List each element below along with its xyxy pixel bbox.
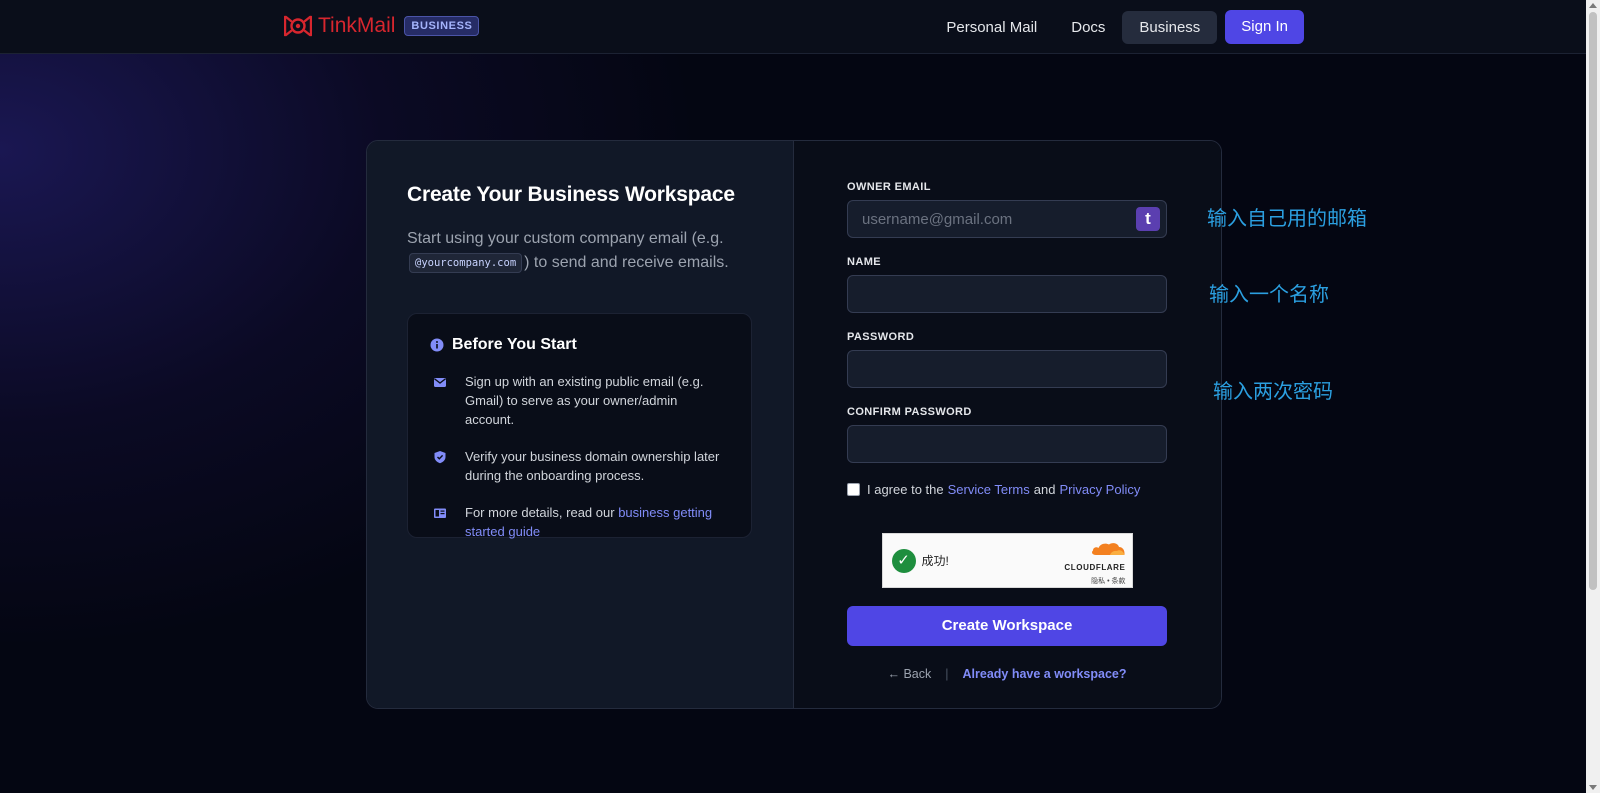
terms-checkbox[interactable] (847, 483, 860, 496)
success-check-icon: ✓ (891, 548, 916, 573)
info-item-verify: Verify your business domain ownership la… (430, 447, 729, 485)
domain-example-code: @yourcompany.com (409, 253, 523, 273)
nav-personal-mail[interactable]: Personal Mail (929, 11, 1054, 44)
page-subtitle: Start using your custom company email (e… (407, 227, 752, 275)
autofill-t-button[interactable]: t (1136, 207, 1160, 231)
business-badge: BUSINESS (404, 16, 480, 36)
shield-check-icon (434, 451, 446, 464)
page-scrollbar[interactable] (1586, 0, 1600, 793)
subtitle-post: ) to send and receive emails. (524, 254, 729, 272)
scroll-down-arrow-icon[interactable] (1589, 785, 1597, 790)
confirm-password-field-wrapper (847, 425, 1167, 463)
nav-docs[interactable]: Docs (1054, 11, 1122, 44)
form-footer-links: ← Back | Already have a workspace? (847, 667, 1167, 681)
service-terms-link[interactable]: Service Terms (948, 482, 1030, 497)
already-have-workspace-link[interactable]: Already have a workspace? (963, 667, 1127, 681)
scroll-up-arrow-icon[interactable] (1589, 3, 1597, 8)
cloudflare-turnstile[interactable]: ✓ 成功! CLOUDFLARE 隐私 • 条款 (881, 533, 1133, 588)
info-item-email: Sign up with an existing public email (e… (430, 372, 729, 429)
create-workspace-button[interactable]: Create Workspace (847, 606, 1167, 646)
workspace-card: Create Your Business Workspace Start usi… (366, 140, 1222, 709)
confirm-password-label: CONFIRM PASSWORD (847, 406, 972, 418)
cloudflare-branding: CLOUDFLARE 隐私 • 条款 (1064, 542, 1126, 586)
main-nav: Personal Mail Docs Business Sign In (929, 10, 1304, 44)
mail-icon (434, 378, 446, 388)
name-field-wrapper (847, 275, 1167, 313)
annotation-name: 输入一个名称 (1209, 282, 1329, 306)
brand[interactable]: TinkMail BUSINESS (283, 13, 480, 39)
cloudflare-wordmark: CLOUDFLARE (1064, 563, 1126, 572)
captcha-status: 成功! (921, 554, 949, 568)
info-item-text: For more details, read our (465, 505, 619, 521)
password-input[interactable] (848, 351, 1166, 387)
book-icon (434, 508, 446, 519)
before-you-start-box: Before You Start Sign up with an existin… (407, 313, 752, 541)
terms-agreement: I agree to the Service Terms and Privacy… (847, 482, 1167, 497)
scrollbar-thumb[interactable] (1589, 12, 1597, 590)
name-input[interactable] (848, 276, 1166, 312)
intro-panel: Create Your Business Workspace Start usi… (367, 141, 794, 708)
info-item-text: Sign up with an existing public email (e… (465, 374, 704, 428)
page-title: Create Your Business Workspace (407, 183, 735, 206)
privacy-policy-link[interactable]: Privacy Policy (1059, 482, 1140, 497)
password-label: PASSWORD (847, 331, 915, 343)
tinkmail-logo-icon (283, 13, 313, 39)
subtitle-pre: Start using your custom company email (e… (407, 230, 724, 247)
brand-name: TinkMail (318, 14, 396, 37)
back-link[interactable]: ← Back (888, 667, 932, 681)
captcha-privacy-terms[interactable]: 隐私 • 条款 (1064, 576, 1125, 586)
cloudflare-cloud-icon (1091, 543, 1125, 555)
password-field-wrapper (847, 350, 1167, 388)
info-title: Before You Start (452, 336, 577, 354)
sign-in-button[interactable]: Sign In (1225, 10, 1304, 44)
owner-email-field-wrapper: t (847, 200, 1167, 238)
owner-email-input[interactable] (848, 201, 1166, 237)
owner-email-label: OWNER EMAIL (847, 181, 931, 193)
top-navbar: TinkMail BUSINESS Personal Mail Docs Bus… (0, 0, 1586, 54)
info-icon (430, 338, 444, 352)
info-heading: Before You Start (430, 336, 729, 354)
confirm-password-input[interactable] (848, 426, 1166, 462)
nav-business[interactable]: Business (1122, 10, 1218, 44)
agree-text: I agree to the (867, 482, 944, 497)
signup-form: OWNER EMAIL t NAME PASSWORD CONFIRM PASS… (794, 141, 1221, 708)
annotation-password: 输入两次密码 (1213, 379, 1333, 403)
and-text: and (1033, 482, 1056, 497)
footer-separator: | (945, 667, 949, 681)
name-label: NAME (847, 256, 881, 268)
info-item-text: Verify your business domain ownership la… (465, 449, 720, 484)
info-item-guide: For more details, read our business gett… (430, 503, 729, 541)
annotation-email: 输入自己用的邮箱 (1207, 206, 1367, 230)
